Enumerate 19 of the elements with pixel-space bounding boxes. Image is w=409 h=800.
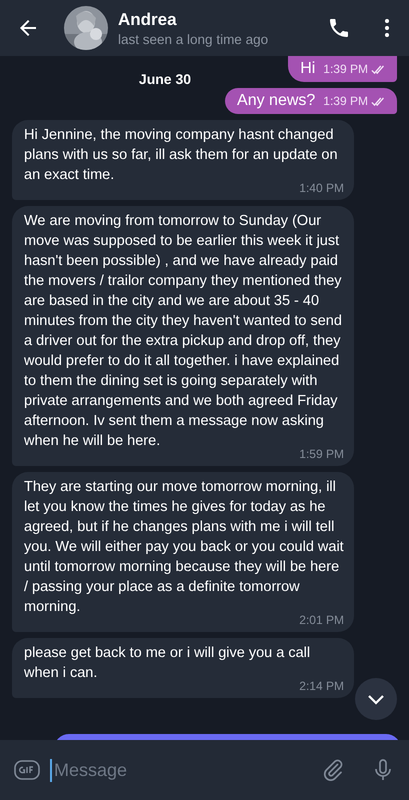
scroll-down-button[interactable] <box>355 678 397 720</box>
message-text: please get back to me or i will give you a call when i can. <box>24 644 312 682</box>
paperclip-icon[interactable] <box>321 758 345 782</box>
message-time: 1:40 PM <box>299 181 344 196</box>
message-text: Hi <box>300 59 316 79</box>
message-text: Any news? <box>237 91 316 111</box>
message-text: Hi Jennine, the moving company hasnt changed plans with us so far, ill ask them for an update on an exact time. <box>24 126 339 184</box>
message-text: They are starting our move tomorrow morning, ill let you know the times he gives for today as he agreed, but if he changes plans with me i will tell you. We will either pay you back or you could wait until tomorrow morning because they will be here / passing your place as a definite tomorrow morning. <box>24 478 344 616</box>
last-seen-status: last seen a long time ago <box>118 32 270 46</box>
message-time: 1:39 PM <box>323 94 368 109</box>
message-text: We are moving from tomorrow to Sunday (Our move was supposed to be earlier this week it just hasn't been possible) , and we have already paid the movers / trailor company they mentioned they are based in the city and we are about 35 - 40 minutes from the city they haven't wanted to send a driver out for the extra pickup and drop off, they would prefer to do it all together. i have explained to them the dining set is going separately with private arrangements and we both agreed Friday afternoon. Iv sent them a message now asking when he will be here. <box>24 212 343 450</box>
contact-name: Andrea <box>118 10 178 30</box>
message-time: 2:01 PM <box>299 613 344 628</box>
gif-icon[interactable] <box>14 760 40 780</box>
message-time: 1:39 PM <box>323 62 368 77</box>
message-time: 1:59 PM <box>299 447 344 462</box>
date-label: June 30 <box>138 70 192 89</box>
phone-icon[interactable] <box>327 16 351 40</box>
message-time: 2:14 PM <box>299 679 344 694</box>
